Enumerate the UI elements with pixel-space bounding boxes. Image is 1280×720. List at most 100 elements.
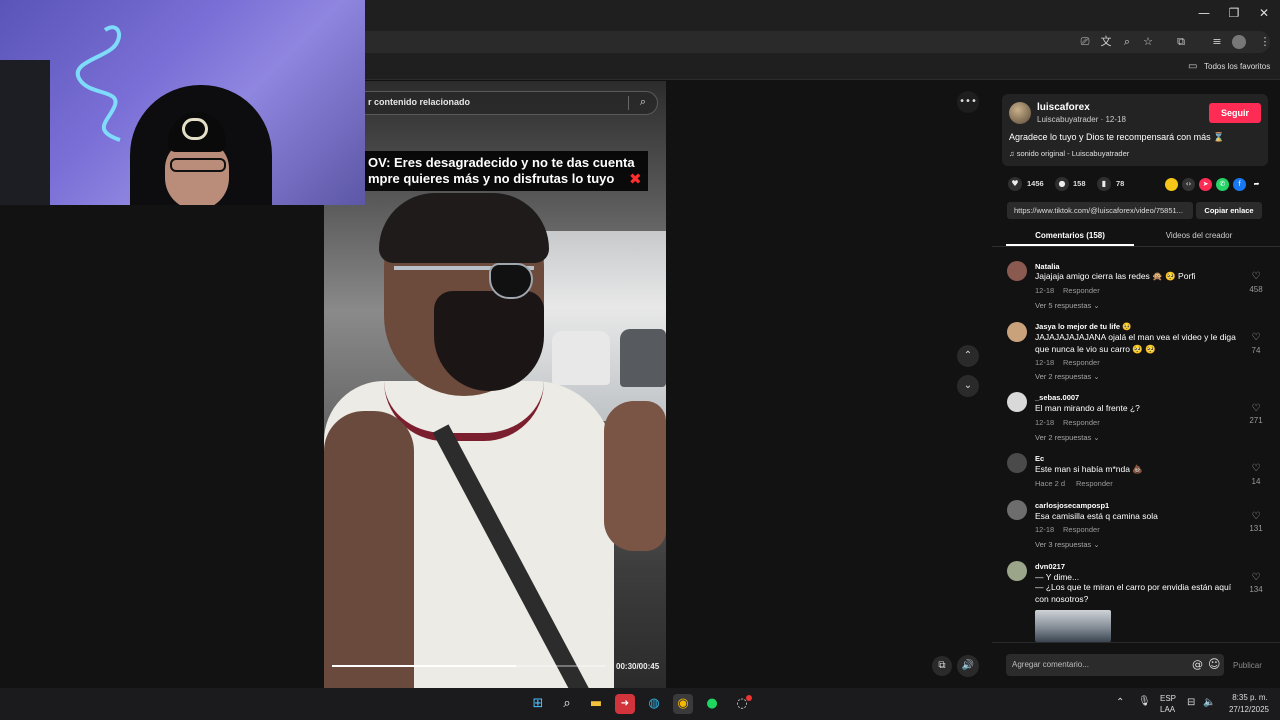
facebook-icon[interactable]: f — [1233, 178, 1246, 191]
emoji-share-icon[interactable] — [1165, 178, 1178, 191]
reply-button[interactable]: Responder — [1063, 286, 1100, 295]
follow-button[interactable]: Seguir — [1209, 103, 1261, 123]
translate-icon[interactable]: 文 — [1097, 34, 1115, 50]
send-icon[interactable]: ➤ — [1199, 178, 1212, 191]
tray-overflow-icon[interactable]: ⌃ — [1116, 697, 1124, 708]
comment-image[interactable] — [1035, 610, 1111, 642]
extensions-icon[interactable]: ⧉ — [1172, 34, 1190, 50]
heart-outline-icon[interactable]: ♡ — [1249, 332, 1263, 343]
author-avatar[interactable] — [1009, 102, 1031, 124]
profile-avatar[interactable] — [1232, 35, 1246, 49]
heart-outline-icon[interactable]: ♡ — [1249, 463, 1263, 474]
comment-avatar[interactable] — [1007, 392, 1027, 412]
clock-time[interactable]: 8:35 p. m. — [1228, 693, 1272, 702]
bookmark-star-icon[interactable]: ☆ — [1139, 34, 1157, 50]
comment-icon[interactable]: ● — [1055, 177, 1069, 191]
heart-outline-icon[interactable]: ♡ — [1249, 572, 1263, 583]
comment-likes: 458 — [1249, 285, 1263, 294]
microphone-icon[interactable]: 🎙 — [1138, 696, 1151, 707]
comment-username[interactable]: carlosjosecamposp1 — [1035, 501, 1109, 510]
comment-date: 12-18 — [1035, 418, 1055, 427]
zoom-icon[interactable]: ⌕ — [1118, 34, 1136, 50]
view-replies[interactable]: Ver 3 respuestas ⌄ — [1035, 540, 1100, 549]
restore-button[interactable]: ❐ — [1222, 4, 1246, 22]
music-link[interactable]: ♫ sonido original - Luiscabuyatrader — [1009, 149, 1129, 158]
view-replies[interactable]: Ver 2 respuestas ⌄ — [1035, 372, 1100, 381]
speaker-icon[interactable]: 🔈 — [1203, 697, 1215, 708]
reply-button[interactable]: Responder — [1063, 525, 1100, 534]
comment-placeholder: Agregar comentario... — [1012, 660, 1089, 669]
next-video-button[interactable]: ⌄ — [957, 375, 979, 397]
more-options-icon[interactable]: ••• — [957, 91, 979, 113]
reply-button[interactable]: Responder — [1076, 479, 1113, 488]
publish-button[interactable]: Publicar — [1233, 661, 1262, 670]
search-icon[interactable]: ⌕ — [557, 694, 577, 714]
cross-mark-icon: ✖ — [629, 170, 642, 188]
comment-text-line3: con nosotros? — [1035, 594, 1089, 604]
heart-outline-icon[interactable]: ♡ — [1249, 511, 1263, 522]
mention-icon[interactable]: @ — [1192, 658, 1203, 671]
minimize-button[interactable]: — — [1192, 4, 1216, 22]
comment-avatar[interactable] — [1007, 500, 1027, 520]
post-description: Agradece lo tuyo y Dios te recompensará … — [1009, 132, 1225, 142]
reply-button[interactable]: Responder — [1063, 358, 1100, 367]
heart-icon[interactable]: ♥ — [1008, 177, 1022, 191]
comment-username[interactable]: _sebas.0007 — [1035, 393, 1079, 402]
save-count: 78 — [1116, 179, 1125, 188]
comment-avatar[interactable] — [1007, 261, 1027, 281]
edge-icon[interactable]: ◍ — [644, 694, 664, 714]
comment-username[interactable]: Jasya lo mejor de tu life 🥺 — [1035, 322, 1131, 331]
heart-outline-icon[interactable]: ♡ — [1249, 403, 1263, 414]
reading-list-icon[interactable]: ≡ — [1208, 34, 1226, 50]
app-icon[interactable]: ➜ — [615, 694, 635, 714]
active-tab-indicator — [1006, 244, 1134, 246]
comment-username[interactable]: Ec — [1035, 454, 1044, 463]
emoji-icon[interactable]: ☺ — [1208, 657, 1221, 671]
comment-count: 158 — [1073, 179, 1086, 188]
parked-car — [552, 331, 610, 385]
hair — [379, 193, 549, 263]
comment-likes: 14 — [1251, 477, 1261, 486]
comment-username[interactable]: Natalia — [1035, 262, 1060, 271]
previous-video-button[interactable]: ⌃ — [957, 345, 979, 367]
reply-button[interactable]: Responder — [1063, 418, 1100, 427]
browser-menu-icon[interactable]: ⋮ — [1256, 34, 1274, 50]
floating-player-icon[interactable]: ⧉ — [932, 656, 952, 676]
comment-likes: 271 — [1249, 416, 1263, 425]
tab-comments[interactable]: Comentarios (158) — [1006, 231, 1134, 240]
network-icon[interactable]: ⊟ — [1187, 697, 1195, 708]
volume-icon[interactable]: 🔊 — [957, 655, 979, 677]
whatsapp-icon[interactable]: ✆ — [1216, 178, 1229, 191]
bookmarks-all-favorites[interactable]: Todos los favoritos — [1204, 62, 1270, 71]
file-explorer-icon[interactable]: ▬ — [586, 694, 606, 714]
spotify-icon[interactable]: ● — [702, 694, 722, 714]
comment-text: Este man si había m*nda 💩 — [1035, 464, 1143, 474]
share-arrow-icon[interactable]: ➦ — [1250, 178, 1263, 191]
comment-avatar[interactable] — [1007, 453, 1027, 473]
windows-start-icon[interactable]: ⊞ — [528, 694, 548, 714]
author-name[interactable]: luiscaforex — [1037, 102, 1090, 113]
comment-text-line2: que nunca le vio su carro 🥺 🥺 — [1035, 344, 1156, 354]
comment-date: 12-18 — [1035, 525, 1055, 534]
copy-link-button[interactable]: Copiar enlace — [1196, 202, 1262, 219]
close-button[interactable]: ✕ — [1252, 4, 1276, 22]
chrome-icon[interactable]: ◉ — [673, 694, 693, 714]
comment-username[interactable]: dvn0217 — [1035, 562, 1065, 571]
tab-creator-videos[interactable]: Videos del creador — [1135, 231, 1263, 240]
comment-avatar[interactable] — [1007, 322, 1027, 342]
cast-icon[interactable]: ⎚ — [1076, 34, 1094, 50]
view-replies[interactable]: Ver 5 respuestas ⌄ — [1035, 301, 1100, 310]
heart-outline-icon[interactable]: ♡ — [1249, 271, 1263, 282]
language-indicator-sub[interactable]: LAA — [1160, 705, 1175, 714]
comment-date: 12-18 — [1035, 286, 1055, 295]
view-replies[interactable]: Ver 2 respuestas ⌄ — [1035, 433, 1100, 442]
language-indicator[interactable]: ESP — [1160, 694, 1176, 703]
comment-date: 12-18 — [1035, 358, 1055, 367]
search-icon[interactable]: ⌕ — [636, 95, 650, 109]
comment-avatar[interactable] — [1007, 561, 1027, 581]
embed-icon[interactable]: ‹› — [1182, 178, 1195, 191]
bookmark-icon[interactable]: ▮ — [1097, 177, 1111, 191]
clock-date[interactable]: 27/12/2025 — [1224, 705, 1274, 714]
related-search-text[interactable]: r contenido relacionado — [368, 97, 470, 107]
folder-icon: ▭ — [1188, 61, 1198, 72]
